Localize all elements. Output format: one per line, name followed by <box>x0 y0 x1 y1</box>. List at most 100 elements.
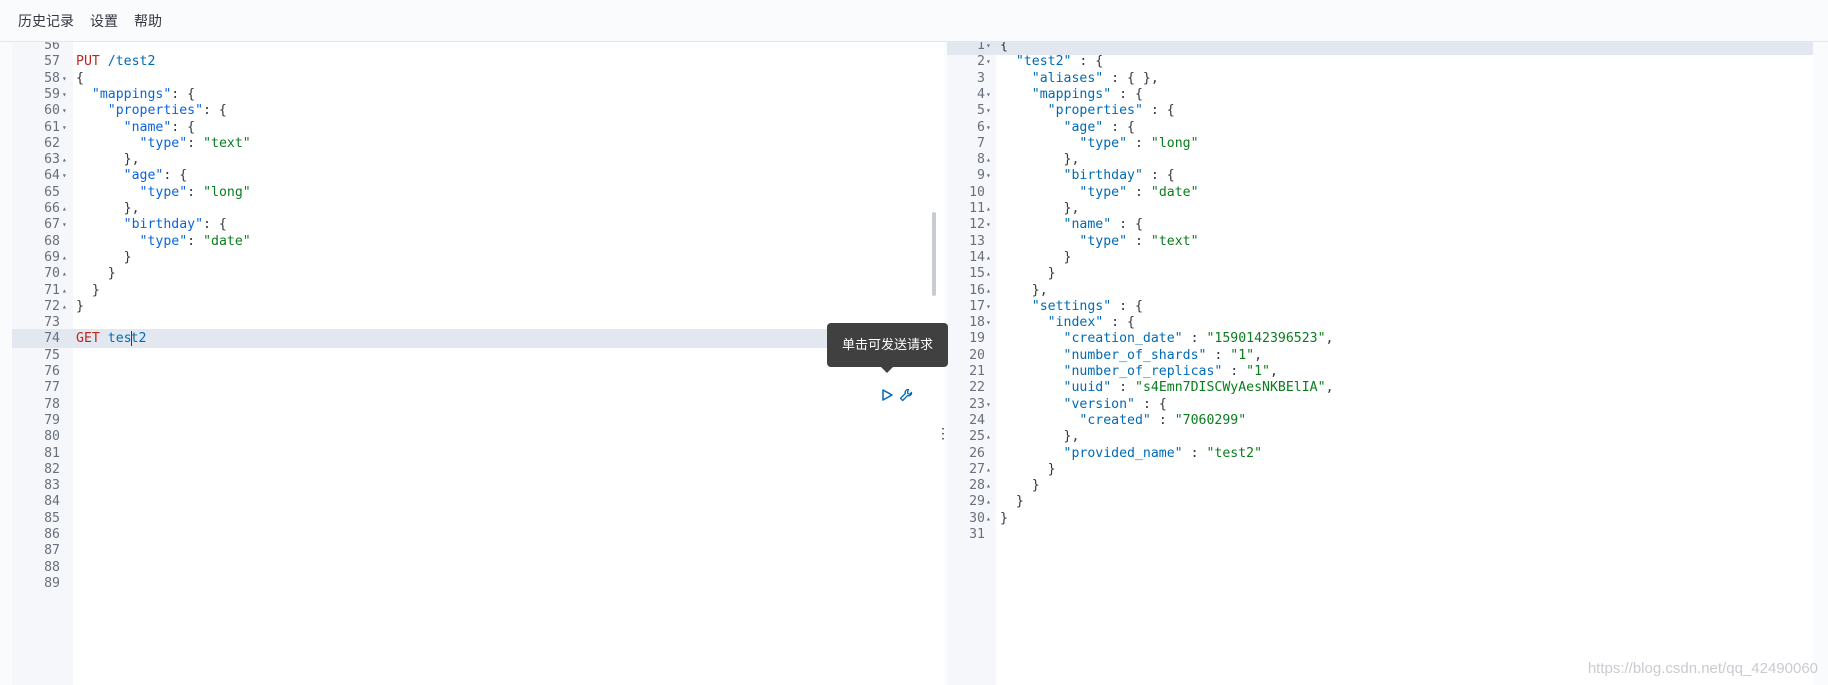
request-editor-scrollbar[interactable] <box>932 212 936 296</box>
wrench-icon[interactable] <box>898 387 914 403</box>
token-punc: { <box>76 70 84 86</box>
token-key: "type" <box>139 233 188 249</box>
token-punc: }, <box>1000 201 1080 216</box>
token-punc: }, <box>76 152 140 168</box>
token-str: "1" <box>1246 364 1270 379</box>
token-punc <box>1000 87 1032 102</box>
token-punc: } <box>76 282 100 298</box>
token-url: t2 <box>130 331 147 347</box>
token-punc: : <box>1127 233 1151 249</box>
token-punc: : <box>1150 412 1175 428</box>
token-punc: } <box>1000 478 1040 494</box>
menu-bar: 历史记录 设置 帮助 <box>0 0 1828 42</box>
token-punc <box>1000 348 1064 363</box>
menu-help[interactable]: 帮助 <box>134 11 162 31</box>
token-punc <box>1000 217 1064 232</box>
token-key: "age" <box>1063 119 1104 135</box>
token-punc: , <box>1325 380 1334 396</box>
token-key: "type" <box>139 135 188 151</box>
token-punc: }, <box>1000 282 1048 298</box>
token-punc <box>1000 315 1048 330</box>
token-key: "index" <box>1047 315 1104 331</box>
token-key: "birthday" <box>1063 168 1143 184</box>
vertical-dots-icon[interactable]: ⋮ <box>936 426 950 448</box>
token-punc: , <box>1325 331 1334 347</box>
token-punc: } <box>1000 461 1056 477</box>
token-punc: : <box>187 184 204 200</box>
line-number: 89 <box>44 575 60 591</box>
token-punc: : <box>1222 364 1247 379</box>
token-key: "provided_name" <box>1063 445 1183 461</box>
token-key: "name" <box>123 119 172 135</box>
token-punc <box>76 136 140 151</box>
token-method: GET <box>76 331 100 347</box>
menu-settings[interactable]: 设置 <box>90 11 118 31</box>
token-punc: : { <box>1103 119 1135 135</box>
token-str: "1" <box>1230 347 1255 363</box>
token-punc <box>1000 446 1064 461</box>
token-punc: : <box>1127 184 1151 200</box>
token-punc <box>76 103 108 118</box>
token-punc <box>1000 380 1064 395</box>
token-key: "number_of_shards" <box>1063 347 1207 363</box>
token-punc: : { <box>1071 54 1104 70</box>
token-key: "aliases" <box>1031 70 1104 86</box>
line-number: 31 <box>969 527 985 542</box>
play-icon[interactable] <box>880 388 894 402</box>
token-punc: }, <box>76 201 140 216</box>
token-punc: }, <box>1000 152 1080 168</box>
token-punc: : <box>187 135 204 151</box>
token-str: "date" <box>1150 184 1199 200</box>
token-key: "mappings" <box>91 86 172 102</box>
token-punc: } <box>1000 249 1072 265</box>
token-punc: } <box>1000 510 1008 526</box>
token-punc <box>1000 120 1064 135</box>
token-punc: : <box>187 233 204 249</box>
token-punc <box>76 120 124 135</box>
token-key: "settings" <box>1031 298 1112 314</box>
token-key: "uuid" <box>1063 380 1112 396</box>
token-str: "test2" <box>1206 445 1263 461</box>
token-str: "text" <box>203 135 251 151</box>
token-str: "1590142396523" <box>1206 331 1326 347</box>
menu-history[interactable]: 历史记录 <box>18 11 74 31</box>
token-punc <box>1000 185 1079 200</box>
token-key: "age" <box>123 168 164 184</box>
token-key: "properties" <box>107 103 204 119</box>
token-key: "properties" <box>1047 103 1143 119</box>
response-line[interactable]: 31 <box>947 525 1813 544</box>
request-line[interactable]: 89 <box>12 574 944 593</box>
token-key: "name" <box>1063 217 1112 233</box>
token-punc <box>1000 299 1032 314</box>
token-punc: } <box>1000 266 1056 282</box>
token-punc <box>76 217 124 232</box>
token-punc: : <box>1206 347 1231 363</box>
token-method: PUT <box>76 54 100 70</box>
token-punc <box>76 168 124 183</box>
token-punc: : { <box>1111 86 1143 102</box>
token-str: "7060299" <box>1174 412 1247 428</box>
token-punc <box>1000 168 1064 183</box>
token-punc: } <box>76 298 84 314</box>
token-punc: : { <box>1103 315 1135 331</box>
token-punc <box>76 234 140 249</box>
request-editor[interactable]: 56 57 PUT /test2 58 ▾{59 ▾ "mappings": {60 ▾ "… <box>12 42 944 685</box>
token-punc <box>1000 71 1032 86</box>
token-punc: : <box>1111 380 1135 396</box>
token-punc: : { <box>171 86 196 102</box>
token-key: "created" <box>1079 412 1151 428</box>
token-url: /test2 <box>99 54 156 70</box>
response-viewer[interactable]: 1 ▾{2 ▾ "test2" : {3 "aliases" : { }, 4 ▾ "m… <box>947 42 1813 685</box>
token-key: "version" <box>1063 396 1135 412</box>
token-str: "s4Emn7DISCWyAesNKBElIA" <box>1135 380 1326 396</box>
token-punc: : { <box>171 119 196 135</box>
token-punc: : { <box>203 103 227 119</box>
token-punc <box>1000 234 1079 249</box>
token-str: "long" <box>203 184 251 200</box>
token-punc: } <box>1000 494 1024 510</box>
token-str: "date" <box>203 233 251 249</box>
token-punc: : { <box>1142 168 1175 184</box>
token-key: "creation_date" <box>1063 331 1183 347</box>
token-key: "number_of_replicas" <box>1063 364 1223 379</box>
token-punc: } <box>76 249 132 265</box>
